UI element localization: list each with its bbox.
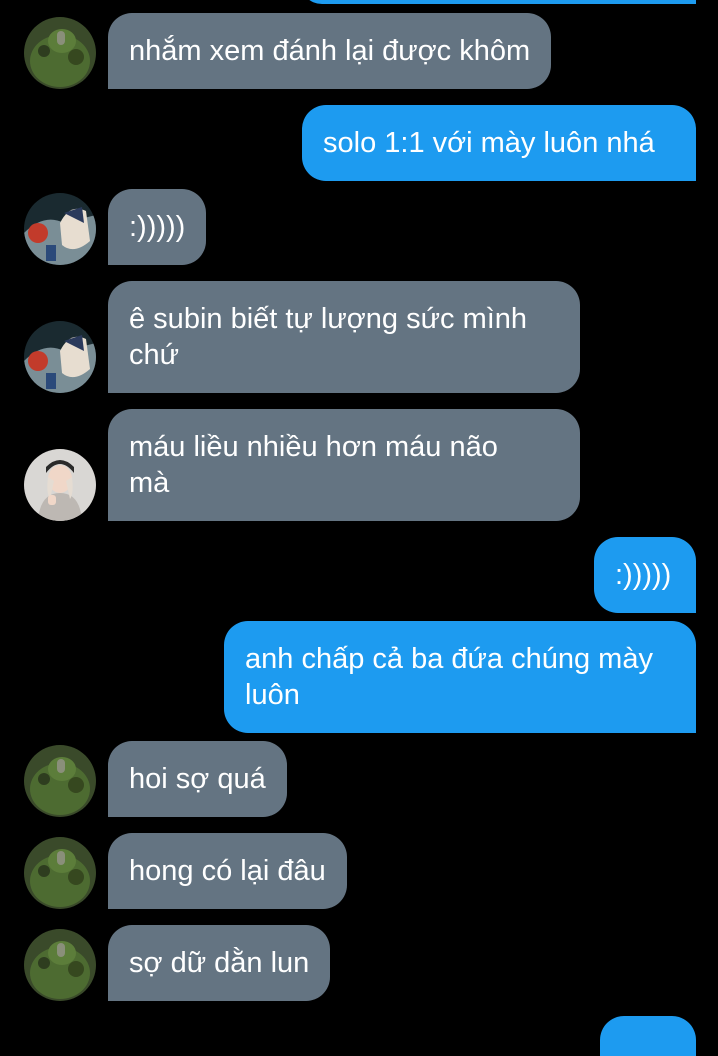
message-text: anh chấp cả ba đứa chúng mày	[245, 643, 653, 675]
hulk-avatar-icon[interactable]	[24, 837, 96, 909]
incoming-message-bubble[interactable]: ê subin biết tự lượng sức mình chứ	[108, 281, 580, 393]
anime-avatar-icon[interactable]	[24, 321, 96, 393]
message-text: mà	[129, 467, 170, 499]
message-text: solo 1:1 với mày luôn nhá	[323, 127, 655, 159]
incoming-message-bubble[interactable]: :)))))	[108, 189, 207, 265]
anime-avatar-icon[interactable]	[24, 193, 96, 265]
outgoing-message-bubble[interactable]: anh chấp cả ba đứa chúng mày luôn	[224, 621, 696, 733]
message-text: hoi sợ quá	[129, 763, 266, 795]
message-text: nhắm xem đánh lại được khôm	[129, 35, 531, 67]
incoming-message-bubble[interactable]: máu liều nhiều hơn máu não mà	[108, 409, 580, 521]
message-text: :)))))	[129, 211, 186, 243]
message-text: luôn	[245, 679, 300, 711]
hulk-avatar-icon[interactable]	[24, 17, 96, 89]
incoming-message-bubble[interactable]: nhắm xem đánh lại được khôm	[108, 13, 552, 89]
outgoing-message-bubble-partial[interactable]	[600, 1016, 696, 1056]
outgoing-message-bubble[interactable]: solo 1:1 với mày luôn nhá	[302, 105, 696, 181]
incoming-message-bubble[interactable]: hong có lại đâu	[108, 833, 347, 909]
hulk-avatar-icon[interactable]	[24, 745, 96, 817]
message-text: :)))))	[615, 559, 672, 591]
message-text: máu liều nhiều hơn máu não	[129, 431, 498, 463]
message-text: chứ	[129, 339, 180, 371]
hulk-avatar-icon[interactable]	[24, 929, 96, 1001]
incoming-message-bubble[interactable]: hoi sợ quá	[108, 741, 287, 817]
message-text: ê subin biết tự lượng sức mình	[129, 303, 528, 335]
incoming-message-bubble[interactable]: sợ dữ dằn lun	[108, 925, 331, 1001]
message-text: hong có lại đâu	[129, 855, 326, 887]
message-text: sợ dữ dằn lun	[129, 947, 310, 979]
outgoing-message-bubble[interactable]: :)))))	[594, 537, 696, 613]
outgoing-message-bubble-partial[interactable]	[300, 0, 696, 4]
photo-avatar-icon[interactable]	[24, 449, 96, 521]
